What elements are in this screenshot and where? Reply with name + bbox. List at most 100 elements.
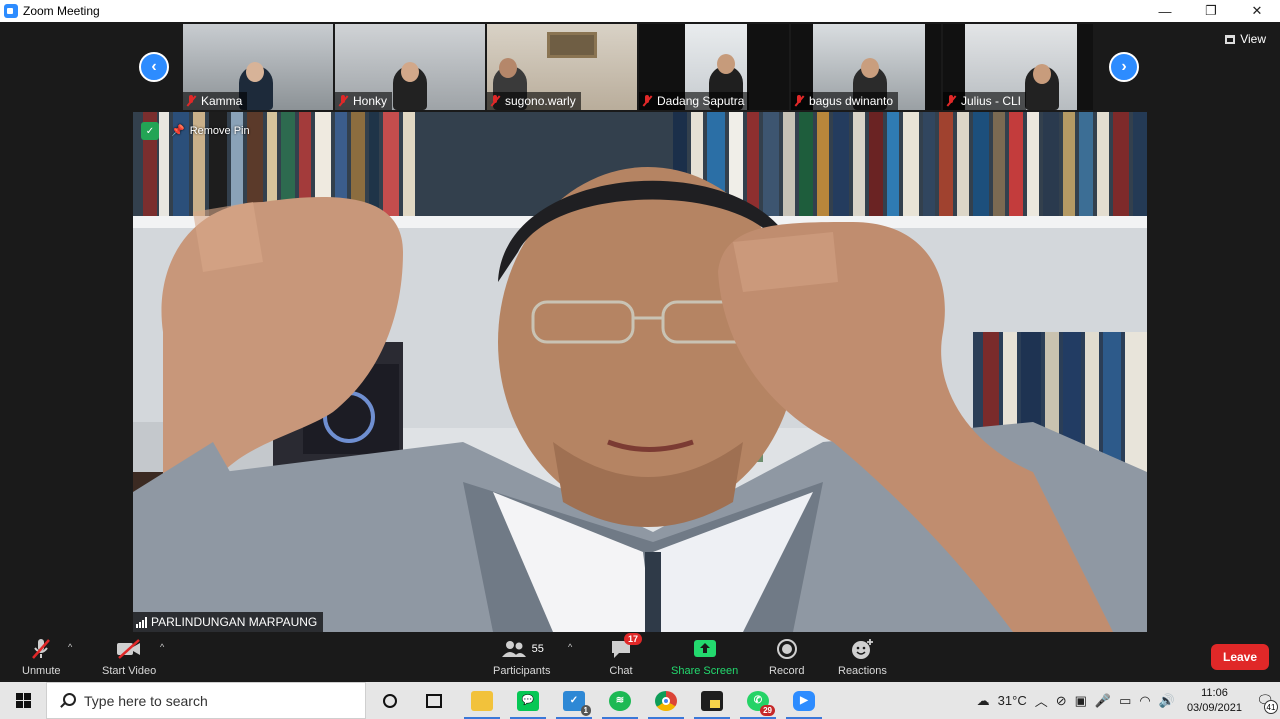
participant-name-tag: Honky bbox=[335, 92, 393, 110]
reactions-smiley-icon bbox=[852, 639, 874, 659]
participants-options-caret[interactable]: ^ bbox=[568, 642, 572, 652]
muted-mic-icon bbox=[642, 95, 652, 107]
participant-tile[interactable]: Kamma bbox=[183, 24, 333, 110]
reactions-button[interactable]: Reactions bbox=[838, 636, 887, 677]
taskbar-search-box[interactable] bbox=[46, 682, 366, 719]
participant-tile[interactable]: Dadang Saputra bbox=[639, 24, 789, 110]
sticky-notes-button[interactable] bbox=[690, 682, 734, 719]
record-label: Record bbox=[769, 665, 805, 677]
reactions-label: Reactions bbox=[838, 665, 887, 677]
record-button[interactable]: Record bbox=[769, 636, 804, 677]
notifications-button[interactable]: 🗨 41 bbox=[1250, 682, 1280, 719]
spotify-button[interactable]: ≋ bbox=[598, 682, 642, 719]
system-tray: ☁ 31°C ︿ ⊘ ▣ 🎤 ▭ ◠ 🔊 11:06 03/09/2021 🗨 … bbox=[973, 682, 1280, 719]
unmute-button[interactable]: Unmute bbox=[22, 636, 61, 677]
video-off-icon bbox=[117, 639, 141, 659]
vscode-icon: ✓ 1 bbox=[563, 690, 591, 716]
file-explorer-icon bbox=[471, 690, 493, 711]
speaker-name: PARLINDUNGAN MARPAUNG bbox=[151, 615, 318, 629]
minimize-button[interactable]: — bbox=[1142, 0, 1188, 22]
zoom-app-icon bbox=[4, 4, 18, 18]
vscode-button[interactable]: ✓ 1 bbox=[552, 682, 596, 719]
clock-date: 03/09/2021 bbox=[1186, 701, 1242, 714]
muted-mic-icon bbox=[794, 95, 804, 107]
participant-name-tag: sugono.warly bbox=[487, 92, 581, 110]
vscode-badge: 1 bbox=[580, 704, 591, 716]
participants-label: Participants bbox=[493, 665, 551, 677]
line-button[interactable]: 💬 bbox=[506, 682, 550, 719]
whatsapp-button[interactable]: ✆ 29 bbox=[736, 682, 780, 719]
clock[interactable]: 11:06 03/09/2021 bbox=[1179, 686, 1250, 716]
task-view-icon bbox=[426, 693, 442, 708]
start-button[interactable] bbox=[0, 682, 46, 719]
weather-temp[interactable]: 31°C bbox=[994, 693, 1031, 708]
previous-page-button[interactable]: ‹ bbox=[139, 52, 169, 82]
whatsapp-icon: ✆ 29 bbox=[747, 690, 775, 716]
window-title: Zoom Meeting bbox=[23, 4, 100, 18]
window-controls: — ❐ ✕ bbox=[1142, 0, 1280, 22]
share-screen-icon bbox=[693, 640, 716, 657]
participant-tile[interactable]: Honky bbox=[335, 24, 485, 110]
chat-button[interactable]: 17 Chat bbox=[609, 633, 643, 677]
next-page-button[interactable]: › bbox=[1109, 52, 1139, 82]
leave-button[interactable]: Leave bbox=[1211, 644, 1269, 670]
speaker-name-tag: PARLINDUNGAN MARPAUNG bbox=[133, 612, 324, 632]
windows-taskbar: 💬 ✓1 ≋ ✆29 ▶ ☁ 31°C ︿ ⊘ ▣ 🎤 ▭ ◠ 🔊 11:06 … bbox=[0, 682, 1280, 719]
task-view-button[interactable] bbox=[412, 682, 456, 719]
muted-mic-icon bbox=[946, 95, 956, 107]
pinned-video[interactable]: ✓ 📌 Remove Pin PARLINDUNGAN MARPAUNG bbox=[133, 112, 1147, 632]
sticky-notes-icon bbox=[701, 690, 723, 711]
participant-tile[interactable]: bagus dwinanto bbox=[791, 24, 941, 110]
chrome-icon bbox=[655, 690, 677, 711]
participants-icon bbox=[501, 641, 526, 657]
spotify-icon: ≋ bbox=[609, 690, 631, 711]
weather-icon[interactable]: ☁ bbox=[973, 693, 994, 709]
microphone-icon[interactable]: 🎤 bbox=[1091, 693, 1115, 709]
participant-strip: Kamma Honky sugono.warly Dadang Saputra bbox=[183, 24, 1093, 110]
clock-time: 11:06 bbox=[1201, 686, 1228, 699]
search-icon bbox=[59, 692, 76, 709]
volume-icon[interactable]: 🔊 bbox=[1155, 693, 1179, 709]
participant-tile[interactable]: sugono.warly bbox=[487, 24, 637, 110]
participant-name-tag: Julius - CLI bbox=[943, 92, 1027, 110]
title-bar: Zoom Meeting — ❐ ✕ bbox=[0, 0, 1280, 22]
meet-now-icon[interactable]: ▣ bbox=[1071, 693, 1091, 709]
record-icon bbox=[776, 639, 797, 659]
close-button[interactable]: ✕ bbox=[1234, 0, 1280, 22]
gallery-view-icon bbox=[1225, 34, 1236, 44]
windows-logo-icon bbox=[15, 693, 31, 708]
unmute-label: Unmute bbox=[22, 665, 61, 677]
share-screen-button[interactable]: Share Screen bbox=[671, 636, 738, 677]
zoom-taskbar-button[interactable]: ▶ bbox=[782, 682, 826, 719]
encryption-shield-icon[interactable]: ✓ bbox=[141, 122, 159, 140]
restore-button[interactable]: ❐ bbox=[1188, 0, 1234, 22]
connection-signal-icon bbox=[136, 616, 147, 628]
show-hidden-icons-chevron-icon[interactable]: ︿ bbox=[1031, 691, 1052, 710]
chrome-button[interactable] bbox=[644, 682, 688, 719]
zoom-icon: ▶ bbox=[793, 690, 815, 711]
meeting-stage: ‹ › View Kamma Honky sugono.warly Dadang… bbox=[0, 22, 1280, 632]
taskbar-search-input[interactable] bbox=[84, 692, 344, 709]
start-video-button[interactable]: Start Video bbox=[102, 636, 156, 677]
video-options-caret[interactable]: ^ bbox=[160, 642, 164, 652]
cortana-button[interactable] bbox=[368, 682, 412, 719]
wifi-icon[interactable]: ◠ bbox=[1135, 693, 1154, 709]
participants-count: 55 bbox=[531, 643, 544, 655]
muted-mic-icon bbox=[490, 95, 500, 107]
remove-pin-button[interactable]: 📌 Remove Pin bbox=[171, 124, 250, 138]
battery-icon[interactable]: ▭ bbox=[1115, 693, 1135, 709]
file-explorer-button[interactable] bbox=[460, 682, 504, 719]
chat-unread-badge: 17 bbox=[624, 633, 643, 645]
remove-pin-label: Remove Pin bbox=[189, 124, 250, 137]
audio-options-caret[interactable]: ^ bbox=[68, 642, 72, 652]
share-screen-label: Share Screen bbox=[671, 665, 739, 677]
participant-tile[interactable]: Julius - CLI bbox=[943, 24, 1093, 110]
participant-name-tag: Dadang Saputra bbox=[639, 92, 750, 110]
antivirus-icon[interactable]: ⊘ bbox=[1052, 693, 1071, 709]
whatsapp-badge: 29 bbox=[760, 704, 775, 716]
chat-label: Chat bbox=[609, 665, 633, 677]
cortana-circle-icon bbox=[383, 693, 397, 708]
view-button[interactable]: View bbox=[1225, 32, 1266, 46]
participants-button[interactable]: 55 Participants bbox=[493, 636, 550, 677]
muted-mic-icon bbox=[338, 95, 348, 107]
